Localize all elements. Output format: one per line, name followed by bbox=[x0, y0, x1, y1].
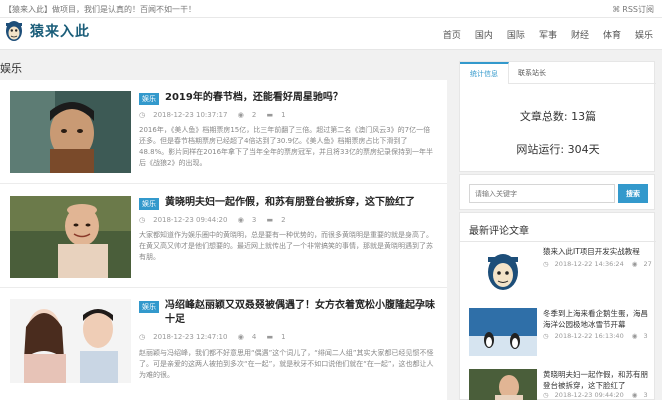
search-widget: 搜索 bbox=[459, 174, 655, 210]
comment-article-title[interactable]: 黄晓明夫妇一起作假，和苏有朋登台被拆穿，这下脸红了 bbox=[543, 369, 651, 391]
rss-link[interactable]: ⌘ RSS订阅 bbox=[612, 4, 654, 15]
category-tag[interactable]: 娱乐 bbox=[139, 198, 159, 210]
monkey-mascot-icon bbox=[6, 21, 22, 41]
article-item: 娱乐 冯绍峰赵丽颖又双叒叕被偶遇了！女方衣着宽松小腹隆起孕味十足 ◷ 2018-1… bbox=[0, 288, 447, 400]
comment-article-title[interactable]: 猿来入此IT项目开发实战教程 bbox=[543, 246, 651, 257]
comment-article-date: 2018-12-22 14:36:24 bbox=[554, 260, 624, 268]
eye-icon: ◉ bbox=[237, 216, 244, 224]
divider bbox=[460, 241, 656, 242]
clock-icon: ◷ bbox=[543, 260, 549, 268]
comment-article-meta: ◷ 2018-12-22 16:13:40 ◉ 3 bbox=[543, 332, 654, 340]
rss-label: RSS订阅 bbox=[622, 5, 654, 14]
article-title[interactable]: 黄晓明夫妇一起作假，和苏有朋登台被拆穿，这下脸红了 bbox=[165, 196, 415, 210]
main-nav: 首页 国内 国际 军事 财经 体育 娱乐 bbox=[436, 28, 660, 41]
comment-icon: ▬ bbox=[266, 111, 274, 119]
site-logo[interactable]: 猿来入此 bbox=[4, 19, 90, 43]
latest-comments-widget: 最新评论文章 猿来入此IT项目开发实战教程 ◷ 2018-12-22 14:36:… bbox=[459, 212, 656, 400]
article-meta: ◷ 2018-12-23 12:47:10 ◉ 4 ▬ 1 bbox=[139, 333, 294, 341]
site-uptime: 网站运行: 304天 bbox=[516, 143, 600, 156]
article-excerpt: 2016年，《美人鱼》档期票房15亿，比三年前翻了三倍。超过第二名《澳门风云3》… bbox=[139, 126, 433, 167]
clock-icon: ◷ bbox=[543, 391, 549, 399]
nav-international[interactable]: 国际 bbox=[507, 28, 525, 41]
clock-icon: ◷ bbox=[139, 333, 146, 341]
search-button[interactable]: 搜索 bbox=[618, 184, 648, 203]
article-views: 3 bbox=[251, 216, 257, 224]
article-thumbnail[interactable] bbox=[10, 196, 131, 278]
clock-icon: ◷ bbox=[543, 332, 549, 340]
nav-finance[interactable]: 财经 bbox=[571, 28, 589, 41]
comment-article-title[interactable]: 冬季到上海来看企鹅生蛋，海昌海洋公园极地冰雪节开幕 bbox=[543, 308, 651, 330]
comment-article-meta: ◷ 2018-12-22 14:36:24 ◉ 27 bbox=[543, 260, 658, 268]
comment-article-views: 3 bbox=[643, 391, 648, 399]
nav-entertainment[interactable]: 娱乐 bbox=[635, 28, 653, 41]
category-tag[interactable]: 娱乐 bbox=[139, 93, 159, 105]
tab-contact[interactable]: 联系站长 bbox=[508, 62, 556, 84]
comment-article-thumbnail[interactable] bbox=[469, 308, 537, 356]
search-input[interactable] bbox=[469, 184, 615, 203]
comment-article-item[interactable]: 黄晓明夫妇一起作假，和苏有朋登台被拆穿，这下脸红了 ◷ 2018-12-23 09… bbox=[469, 369, 651, 400]
section-title: 娱乐 bbox=[0, 62, 22, 75]
comment-article-item[interactable]: 冬季到上海来看企鹅生蛋，海昌海洋公园极地冰雪节开幕 ◷ 2018-12-22 16… bbox=[469, 308, 649, 358]
article-thumbnail[interactable] bbox=[10, 299, 131, 383]
comment-icon: ▬ bbox=[266, 333, 274, 341]
nav-sports[interactable]: 体育 bbox=[603, 28, 621, 41]
stats-tabs: 统计信息 联系站长 bbox=[460, 62, 656, 84]
rss-icon: ⌘ bbox=[612, 5, 621, 14]
nav-home[interactable]: 首页 bbox=[443, 28, 461, 41]
comment-article-thumbnail[interactable] bbox=[469, 246, 537, 294]
article-date: 2018-12-23 10:37:17 bbox=[153, 111, 228, 119]
clock-icon: ◷ bbox=[139, 111, 146, 119]
article-date: 2018-12-23 12:47:10 bbox=[153, 333, 228, 341]
comment-icon: ▬ bbox=[266, 216, 274, 224]
article-comments: 2 bbox=[281, 216, 286, 224]
nav-domestic[interactable]: 国内 bbox=[475, 28, 493, 41]
article-views: 4 bbox=[251, 333, 257, 341]
comment-article-date: 2018-12-22 16:13:40 bbox=[554, 332, 624, 340]
top-announcement-bar: 【猿来入此】做项目，我们是认真的！百闻不如一干！ ⌘ RSS订阅 bbox=[0, 0, 662, 18]
article-excerpt: 赵丽颖与冯绍峰，我们都不好意思用“偶遇”这个词儿了，“绯闻二人组”其实大家都已经… bbox=[139, 349, 434, 379]
category-tag[interactable]: 娱乐 bbox=[139, 301, 159, 313]
logo-text: 猿来入此 bbox=[30, 24, 90, 40]
site-slogan: 【猿来入此】做项目，我们是认真的！百闻不如一干！ bbox=[4, 5, 196, 14]
comment-article-views: 3 bbox=[643, 332, 648, 340]
comment-article-item[interactable]: 猿来入此IT项目开发实战教程 ◷ 2018-12-22 14:36:24 ◉ 27 bbox=[469, 246, 652, 296]
comment-article-views: 27 bbox=[643, 260, 652, 268]
eye-icon: ◉ bbox=[631, 391, 638, 399]
site-header: 猿来入此 首页 国内 国际 军事 财经 体育 娱乐 bbox=[0, 18, 662, 50]
comment-article-meta: ◷ 2018-12-23 09:44:20 ◉ 3 bbox=[543, 391, 654, 399]
stats-widget: 统计信息 联系站长 文章总数: 13篇 网站运行: 304天 bbox=[459, 61, 656, 172]
article-comments: 1 bbox=[281, 111, 286, 119]
article-meta: ◷ 2018-12-23 09:44:20 ◉ 3 ▬ 2 bbox=[139, 216, 294, 224]
eye-icon: ◉ bbox=[237, 111, 244, 119]
article-excerpt: 大家都知道作为娱乐圈中的黄晓明，总是要有一种优势的，而很多黄晓明是重要的就是身高… bbox=[139, 231, 433, 261]
tab-statistics[interactable]: 统计信息 bbox=[460, 62, 509, 84]
article-views: 2 bbox=[251, 111, 257, 119]
comment-article-thumbnail[interactable] bbox=[469, 369, 537, 400]
article-title[interactable]: 2019年的春节档，还能看好周星驰吗？ bbox=[165, 91, 343, 105]
article-item: 娱乐 2019年的春节档，还能看好周星驰吗？ ◷ 2018-12-23 10:37… bbox=[0, 80, 447, 184]
article-comments: 1 bbox=[281, 333, 286, 341]
article-meta: ◷ 2018-12-23 10:37:17 ◉ 2 ▬ 1 bbox=[139, 111, 294, 119]
article-list: 娱乐 2019年的春节档，还能看好周星驰吗？ ◷ 2018-12-23 10:37… bbox=[0, 80, 447, 400]
comment-article-date: 2018-12-23 09:44:20 bbox=[554, 391, 624, 399]
eye-icon: ◉ bbox=[237, 333, 244, 341]
article-date: 2018-12-23 09:44:20 bbox=[153, 216, 228, 224]
nav-military[interactable]: 军事 bbox=[539, 28, 557, 41]
article-title[interactable]: 冯绍峰赵丽颖又双叒叕被偶遇了！女方衣着宽松小腹隆起孕味十足 bbox=[165, 299, 435, 327]
article-thumbnail[interactable] bbox=[10, 91, 131, 173]
article-item: 娱乐 黄晓明夫妇一起作假，和苏有朋登台被拆穿，这下脸红了 ◷ 2018-12-23… bbox=[0, 184, 447, 288]
widget-title: 最新评论文章 bbox=[469, 226, 529, 237]
eye-icon: ◉ bbox=[631, 332, 638, 340]
clock-icon: ◷ bbox=[139, 216, 146, 224]
article-count: 文章总数: 13篇 bbox=[519, 110, 597, 123]
eye-icon: ◉ bbox=[631, 260, 638, 268]
